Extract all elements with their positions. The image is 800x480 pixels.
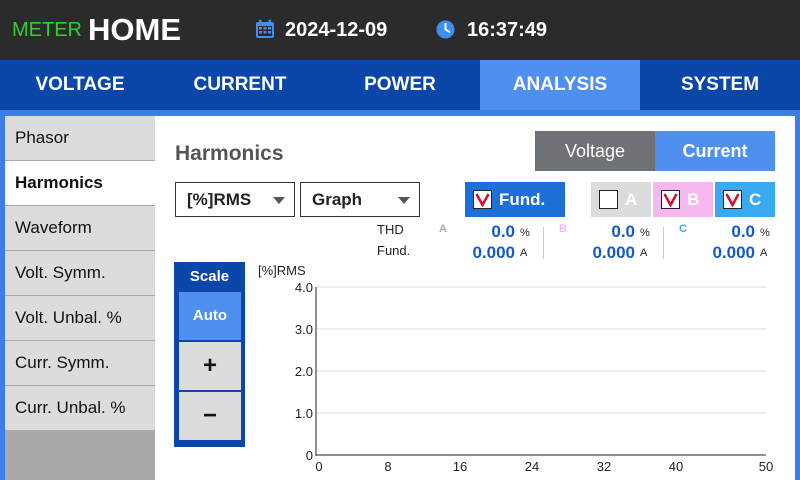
fund-label: Fund. [377,243,411,258]
y-tick-label: 4.0 [295,280,313,295]
sidebar-item-harmonics[interactable]: Harmonics [5,161,155,205]
sidebar-item-volt-unbal[interactable]: Volt. Unbal. % [5,296,155,340]
phase-b-name: B [559,223,567,235]
phase-c-name: C [679,223,687,235]
phase-a-checkbox[interactable]: A [591,182,651,217]
y-axis-label: [%]RMS [258,263,306,278]
phase-c-checkbox[interactable]: C [715,182,775,217]
screen-title: HOME [88,12,181,47]
main-tabs: VOLTAGE CURRENT POWER ANALYSIS SYSTEM [0,60,800,110]
y-tick-label: 2.0 [295,364,313,379]
check-icon [661,190,680,209]
calendar-icon [256,19,274,38]
x-tick-label: 8 [384,459,391,474]
app-label: METER [12,19,82,41]
chevron-down-icon [398,197,410,204]
fund-checkbox[interactable]: Fund. [465,182,565,217]
check-icon [473,190,492,209]
phase-c-checkbox-label: C [749,190,762,209]
x-tick-label: 0 [315,459,322,474]
x-tick-label: 16 [453,459,467,474]
tab-analysis[interactable]: ANALYSIS [480,60,640,110]
clock-icon [436,20,455,39]
phase-c-thd-unit: % [760,227,770,239]
thd-label: THD [377,222,404,237]
phase-a-name: A [439,223,447,235]
phase-b-checkbox[interactable]: B [653,182,713,217]
fund-checkbox-label: Fund. [499,190,546,209]
scale-title: Scale [189,268,230,285]
tab-system[interactable]: SYSTEM [640,60,800,110]
sidebar-item-curr-symm[interactable]: Curr. Symm. [5,341,155,385]
phase-c-thd: 0.0 [731,222,755,241]
unchecked-box-icon [599,190,618,209]
current-toggle-button[interactable]: Current [655,131,775,171]
phase-a-thd-unit: % [520,227,530,239]
measure-select-value: [%]RMS [187,190,252,209]
view-select[interactable]: Graph [300,182,420,217]
phase-b-thd-unit: % [640,227,650,239]
x-tick-label: 40 [669,459,683,474]
phase-b-checkbox-label: B [687,190,700,209]
meter-screen: METER HOME 2024-12-09 16:37:49 VOLTAGE C… [0,0,800,480]
readout-divider [543,227,544,259]
header-bar: METER HOME 2024-12-09 16:37:49 [0,0,800,60]
chevron-down-icon [273,197,285,204]
y-tick-label: 0 [306,448,313,463]
tab-voltage[interactable]: VOLTAGE [0,60,160,110]
x-tick-label: 50 [759,459,773,474]
scale-minus-button[interactable]: − [179,392,241,440]
voltage-toggle-button[interactable]: Voltage [535,131,655,171]
view-select-value: Graph [312,190,363,209]
tab-current[interactable]: CURRENT [160,60,320,110]
scale-plus-button[interactable]: + [179,342,241,390]
phase-b-thd: 0.0 [611,222,635,241]
measure-select[interactable]: [%]RMS [175,182,295,217]
sidebar-item-waveform[interactable]: Waveform [5,206,155,250]
harmonics-chart: [%]RMS 0 1.0 2.0 3.0 4.0 0 8 16 24 32 40 50 [258,263,773,474]
sidebar-item-phasor[interactable]: Phasor [5,116,155,160]
page-title: Harmonics [175,142,284,165]
y-tick-label: 3.0 [295,322,313,337]
check-icon [723,190,742,209]
phase-a-checkbox-label: A [625,190,638,209]
phase-a-thd: 0.0 [491,222,515,241]
x-tick-label: 32 [597,459,611,474]
y-tick-label: 1.0 [295,406,313,421]
x-tick-label: 24 [525,459,539,474]
date-display: 2024-12-09 [285,19,388,41]
tab-power[interactable]: POWER [320,60,480,110]
readout-divider [663,227,664,259]
time-display: 16:37:49 [467,19,548,41]
sidebar-item-curr-unbal[interactable]: Curr. Unbal. % [5,386,155,430]
sidebar-item-volt-symm[interactable]: Volt. Symm. [5,251,155,295]
scale-auto-button[interactable]: Auto [179,292,241,340]
